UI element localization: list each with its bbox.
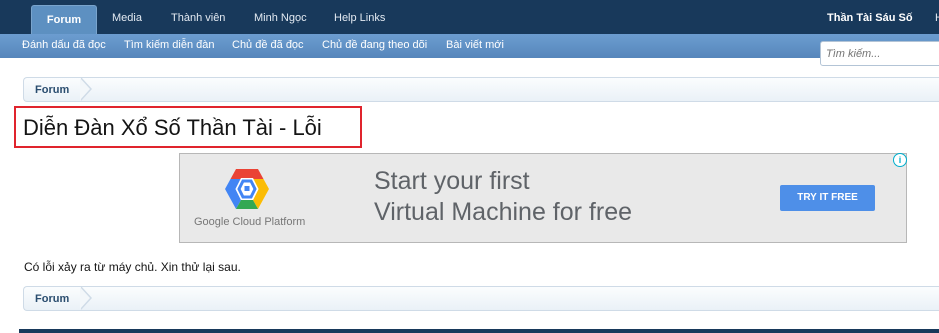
search-forums-link[interactable]: Tìm kiếm diễn đàn [124,34,214,58]
tab-media[interactable]: Media [112,0,142,34]
try-it-free-button[interactable]: TRY IT FREE [780,185,875,211]
tab-forum[interactable]: Forum [31,5,97,36]
page-title: Diễn Đàn Xổ Số Thần Tài - Lỗi [14,106,362,148]
tab-minh-ngoc[interactable]: Minh Ngọc [254,0,307,34]
mark-read-link[interactable]: Đánh dấu đã đọc [22,34,106,58]
read-threads-link[interactable]: Chủ đề đã đọc [232,34,304,58]
ad-headline-line-1: Start your first [374,167,530,195]
tab-members[interactable]: Thành viên [171,0,225,34]
account-link[interactable]: Thần Tài Sáu Số [827,0,913,34]
breadcrumb-top: Forum [23,77,939,102]
top-navigation: Forum Media Thành viên Minh Ngọc Help Li… [0,0,939,36]
footer-divider [19,329,939,333]
error-message: Có lỗi xảy ra từ máy chủ. Xin thử lại sa… [24,260,241,274]
tab-help-links[interactable]: Help Links [334,0,385,34]
breadcrumb-forum-link[interactable]: Forum [24,78,80,101]
breadcrumb-bottom: Forum [23,286,939,311]
search-input[interactable] [820,41,939,66]
ad-banner[interactable]: Google Cloud Platform Start your first V… [179,153,907,243]
ad-info-icon[interactable]: i [893,153,907,167]
sub-navigation: Đánh dấu đã đọc Tìm kiếm diễn đàn Chủ đề… [0,34,939,58]
new-posts-link[interactable]: Bài viết mới [446,34,504,58]
ad-brand-label: Google Cloud Platform [194,216,306,228]
breadcrumb-forum-link[interactable]: Forum [24,287,80,310]
google-cloud-logo-icon [225,169,269,209]
ad-headline-line-2: Virtual Machine for free [374,198,632,226]
watched-threads-link[interactable]: Chủ đề đang theo dõi [322,34,427,58]
truncated-nav-link[interactable]: H [935,0,939,34]
ad-headline: Start your first Virtual Machine for fre… [374,166,632,228]
